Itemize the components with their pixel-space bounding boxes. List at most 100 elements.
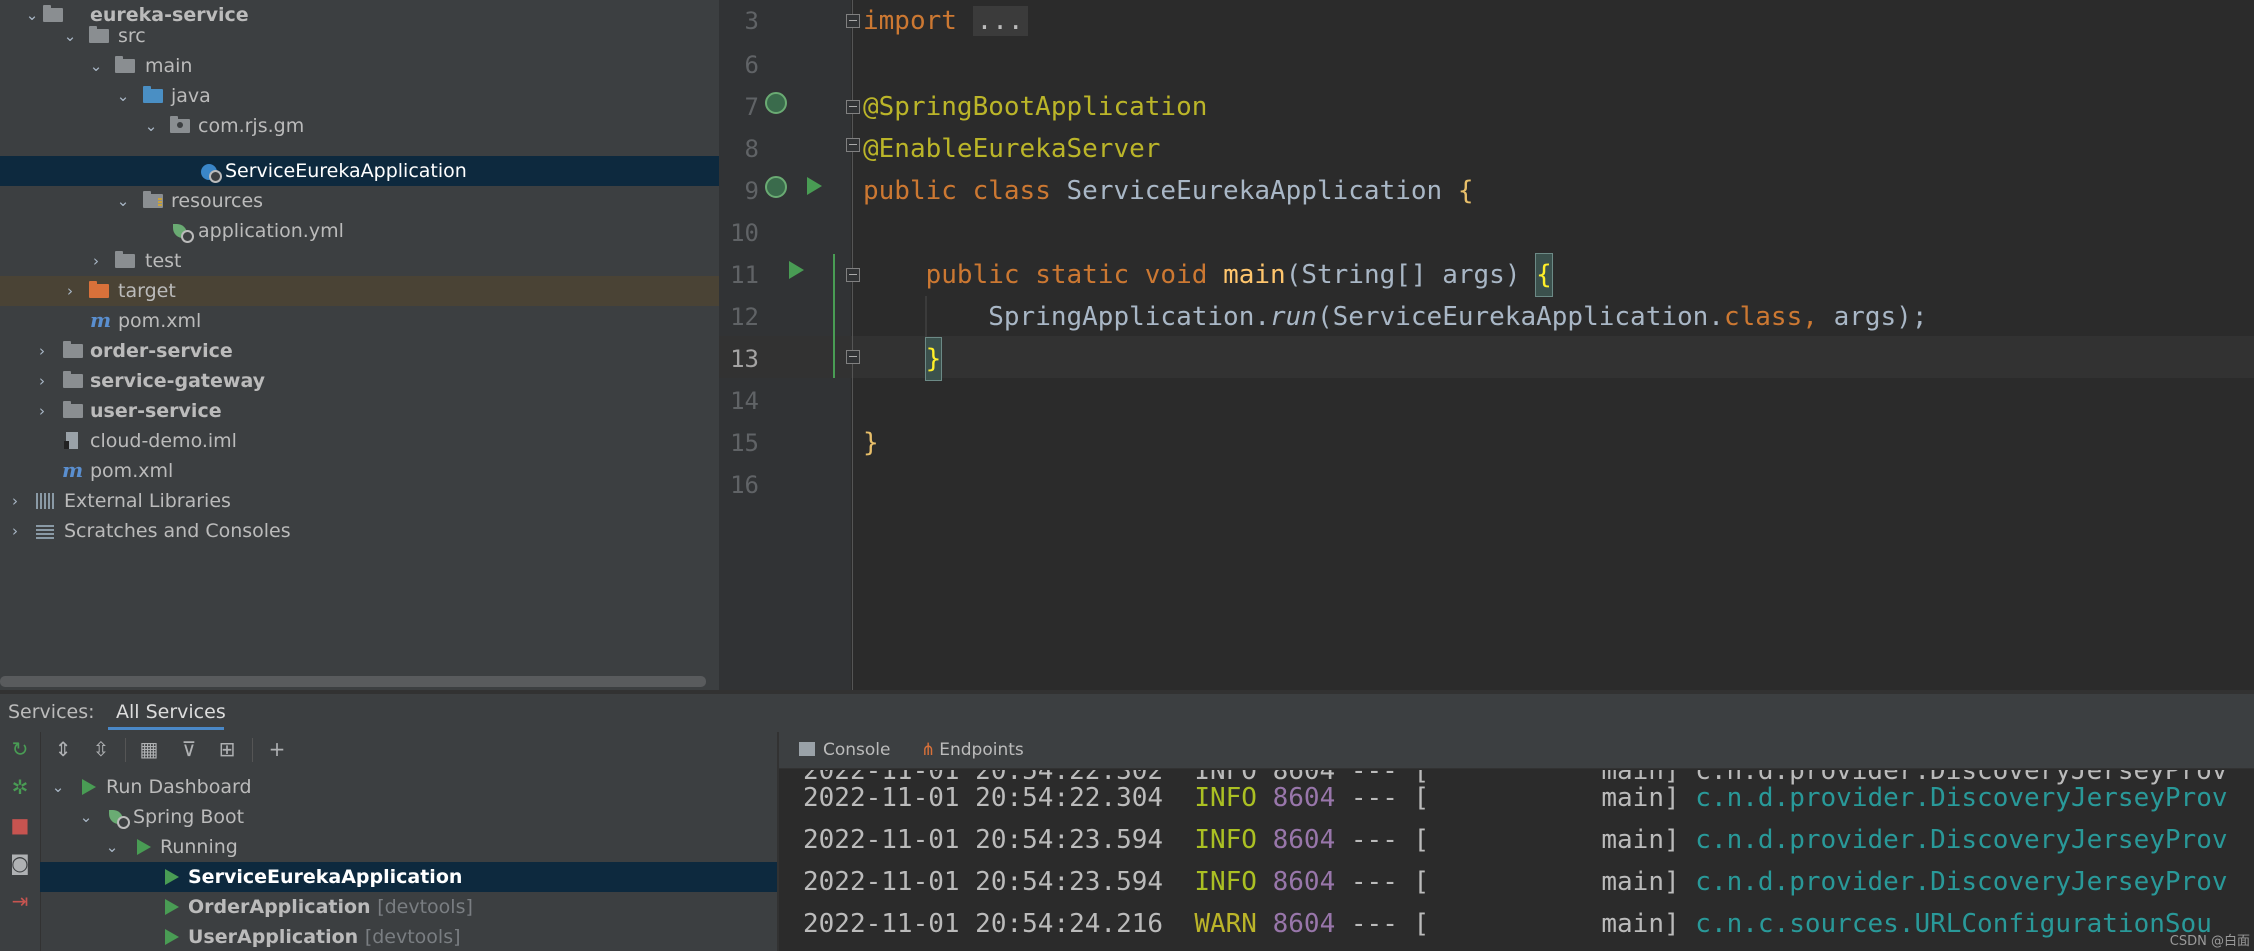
code-line-9: public class ServiceEurekaApplication { (863, 176, 1474, 206)
tree-item-java[interactable]: ⌄ java (0, 81, 719, 111)
tree-item-resources[interactable]: ⌄ resources (0, 186, 719, 216)
chevron-down-icon[interactable]: ⌄ (76, 802, 96, 832)
camera-icon[interactable]: ◙ (9, 852, 31, 874)
tree-item-main[interactable]: ⌄ main (0, 51, 719, 81)
horizontal-scrollbar[interactable] (0, 676, 706, 687)
folded-imports[interactable]: ... (972, 6, 1028, 36)
expand-all-icon[interactable]: ⇕ (52, 738, 74, 760)
code-line-3: import ... (863, 0, 1028, 42)
fold-collapse-icon[interactable] (846, 350, 860, 364)
text-cursor-brace: } (924, 337, 943, 381)
maven-icon: m (62, 458, 84, 482)
tab-all-services[interactable]: All Services (116, 694, 226, 730)
resources-folder-icon (142, 191, 164, 211)
folder-icon (88, 26, 110, 46)
service-running[interactable]: ⌄ Running (40, 832, 777, 862)
tree-item-external-libraries[interactable]: › External Libraries (0, 486, 719, 516)
tree-item-order-service[interactable]: › order-service (0, 336, 719, 366)
folder-icon (114, 251, 136, 271)
tree-item-user-service[interactable]: › user-service (0, 396, 719, 426)
tree-item-service-eureka-application[interactable]: ServiceEurekaApplication (0, 156, 719, 186)
chevron-right-icon[interactable]: › (32, 396, 52, 426)
log-line: 2022-11-01 20:54:22.304 INFO 8604 --- [ … (803, 783, 2228, 813)
services-tree: ⌄ Run Dashboard ⌄ Spring Boot ⌄ Running … (40, 772, 777, 951)
project-tree: ⌄ eureka-service ⌄ src ⌄ main ⌄ java ⌄ c… (0, 0, 719, 690)
tree-item-root-pom-xml[interactable]: m pom.xml (0, 456, 719, 486)
service-order-application[interactable]: OrderApplication [devtools] (40, 892, 777, 922)
chevron-right-icon[interactable]: › (32, 336, 52, 366)
code-editor[interactable]: 3 6 7 8 9 10 11 12 13 14 15 16 import ..… (719, 0, 2254, 690)
chevron-right-icon[interactable]: › (86, 246, 106, 276)
module-folder-icon (62, 371, 84, 391)
tree-item-application-yml[interactable]: application.yml (0, 216, 719, 246)
tree-item-package[interactable]: ⌄ com.rjs.gm (0, 111, 719, 141)
run-icon (165, 899, 179, 915)
chevron-down-icon[interactable]: ⌄ (86, 51, 106, 81)
libraries-icon (34, 491, 56, 511)
services-toolbar: ⇕ ⇳ ▦ ⊽ ⊞ + (40, 732, 776, 766)
line-number: 16 (730, 471, 759, 499)
tree-item-cloud-demo-iml[interactable]: cloud-demo.iml (0, 426, 719, 456)
group-by-icon[interactable]: ▦ (138, 738, 160, 760)
chevron-right-icon[interactable]: › (60, 276, 80, 306)
tree-item-service-gateway[interactable]: › service-gateway (0, 366, 719, 396)
service-user-application[interactable]: UserApplication [devtools] (40, 922, 777, 951)
run-icon (137, 839, 151, 855)
rerun-icon[interactable]: ↻ (9, 738, 31, 760)
services-side-toolbar: ↻ ✲ ■ ◙ ⇥ (0, 732, 41, 951)
service-spring-boot[interactable]: ⌄ Spring Boot (40, 802, 777, 832)
tree-item-target[interactable]: › target (0, 276, 719, 306)
folder-icon (114, 56, 136, 76)
spring-boot-class-icon (198, 161, 222, 183)
chevron-down-icon[interactable]: ⌄ (48, 772, 68, 802)
filter-icon[interactable]: ⊽ (178, 738, 200, 760)
spring-boot-icon (106, 807, 130, 829)
console-icon (799, 742, 815, 756)
fold-collapse-icon[interactable] (846, 100, 860, 114)
chevron-right-icon[interactable]: › (32, 366, 52, 396)
run-main-icon[interactable] (789, 261, 804, 279)
package-icon (169, 116, 191, 136)
spring-bean-icon[interactable] (765, 176, 787, 198)
tree-item-pom-xml[interactable]: m pom.xml (0, 306, 719, 336)
chevron-down-icon[interactable]: ⌄ (113, 186, 133, 216)
tab-endpoints[interactable]: ⋔ Endpoints (921, 732, 1024, 768)
tree-item-src[interactable]: ⌄ src (0, 21, 719, 51)
code-line-12: SpringApplication.run(ServiceEurekaAppli… (988, 302, 1928, 332)
chevron-right-icon[interactable]: › (5, 486, 25, 516)
add-service-icon[interactable]: + (266, 738, 288, 760)
iml-file-icon (62, 431, 84, 451)
maven-icon: m (90, 308, 112, 332)
fold-expand-icon[interactable] (846, 14, 860, 28)
service-run-dashboard[interactable]: ⌄ Run Dashboard (40, 772, 777, 802)
line-number: 3 (744, 7, 759, 35)
fold-collapse-icon[interactable] (846, 138, 860, 152)
fold-collapse-icon[interactable] (846, 268, 860, 282)
line-number: 15 (730, 429, 759, 457)
stop-icon[interactable]: ■ (9, 814, 31, 836)
tab-console[interactable]: Console (799, 732, 891, 768)
active-tab-indicator (108, 727, 224, 730)
chevron-down-icon[interactable]: ⌄ (113, 81, 133, 111)
line-number: 12 (730, 303, 759, 331)
module-folder-icon (62, 341, 84, 361)
spring-config-icon (170, 221, 194, 243)
spring-bean-icon[interactable] (765, 92, 787, 114)
chevron-down-icon[interactable]: ⌄ (141, 111, 161, 141)
line-number: 14 (730, 387, 759, 415)
new-tab-icon[interactable]: ⊞ (216, 738, 238, 760)
collapse-all-icon[interactable]: ⇳ (90, 738, 112, 760)
log-line: 2022-11-01 20:54:23.594 INFO 8604 --- [ … (803, 825, 2228, 855)
debug-icon[interactable]: ✲ (9, 776, 31, 798)
tree-item-test[interactable]: › test (0, 246, 719, 276)
run-class-icon[interactable] (807, 177, 822, 195)
line-number: 7 (744, 93, 759, 121)
service-service-eureka-application[interactable]: ServiceEurekaApplication (40, 862, 777, 892)
console-tabs: Console ⋔ Endpoints (779, 732, 2254, 769)
chevron-down-icon[interactable]: ⌄ (102, 832, 122, 862)
chevron-right-icon[interactable]: › (5, 516, 25, 546)
chevron-down-icon[interactable]: ⌄ (60, 21, 80, 51)
exit-icon[interactable]: ⇥ (9, 890, 31, 912)
scratches-icon (34, 521, 56, 541)
tree-item-scratches[interactable]: › Scratches and Consoles (0, 516, 719, 546)
